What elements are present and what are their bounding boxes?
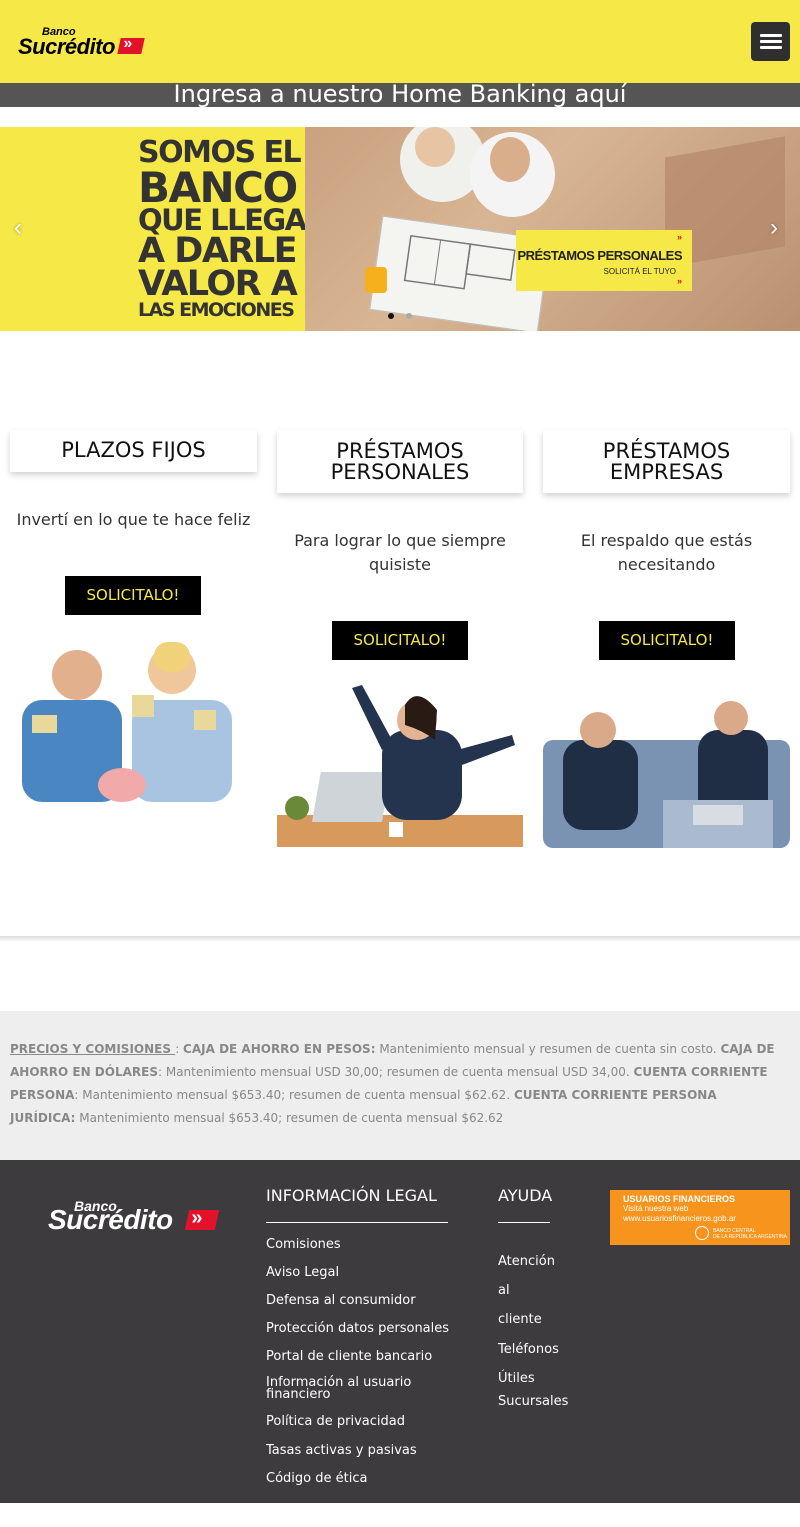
- bank-logo[interactable]: Banco Sucrédito »: [18, 26, 145, 59]
- logo-name-text: Sucrédito: [18, 34, 115, 59]
- usuarios-financieros-badge[interactable]: USUARIOS FINANCIEROS Visitá nuestra web w…: [610, 1190, 790, 1245]
- site-footer: Banco Sucrédito » INFORMACIÓN LEGAL Comi…: [0, 1160, 800, 1503]
- section-divider: [0, 936, 800, 942]
- promo-banner[interactable]: » PRÉSTAMOS PERSONALES SOLICITÁ EL TUYO …: [516, 230, 692, 291]
- slider-dot-2[interactable]: [406, 313, 412, 319]
- fees-section: PRECIOS Y COMISIONES : CAJA DE AHORRO EN…: [0, 1011, 800, 1160]
- link-aviso-legal[interactable]: Aviso Legal: [266, 1265, 339, 1280]
- link-defensa-consumidor[interactable]: Defensa al consumidor: [266, 1293, 416, 1308]
- link-comisiones[interactable]: Comisiones: [266, 1237, 341, 1252]
- legal-heading: INFORMACIÓN LEGAL: [266, 1186, 437, 1205]
- logo-chevron-icon: »: [184, 1207, 220, 1230]
- legal-divider: [266, 1222, 448, 1223]
- plazos-fijos-description: Invertí en lo que te hace feliz: [16, 510, 251, 529]
- hero-slider: SOMOS EL BANCO QUE LLEGA A DARLE VALOR A…: [0, 127, 800, 331]
- home-banking-bar: Ingresa a nuestro Home Banking aquí: [0, 80, 800, 108]
- hamburger-menu-icon[interactable]: [751, 22, 790, 61]
- happy-woman-desk-image: [277, 680, 523, 847]
- prestamos-personales-button[interactable]: SOLICITALO!: [332, 621, 468, 660]
- help-divider: [498, 1222, 550, 1223]
- fees-link[interactable]: PRECIOS Y COMISIONES: [10, 1042, 175, 1056]
- prestamos-empresas-title: PRÉSTAMOS EMPRESAS: [543, 430, 790, 493]
- fees-text: PRECIOS Y COMISIONES : CAJA DE AHORRO EN…: [10, 1042, 775, 1125]
- chevron-right-icon[interactable]: ›: [770, 216, 786, 240]
- link-info-usuario[interactable]: Información al usuario financiero: [266, 1376, 411, 1401]
- business-handshake-image: [543, 700, 790, 848]
- prestamos-empresas-button[interactable]: SOLICITALO!: [599, 621, 735, 660]
- slider-dot-1[interactable]: [388, 313, 394, 319]
- link-privacidad[interactable]: Política de privacidad: [266, 1414, 405, 1429]
- help-heading: AYUDA: [498, 1186, 553, 1205]
- prestamos-empresas-description: El respaldo que estás necesitando: [580, 531, 753, 574]
- plazos-fijos-title: PLAZOS FIJOS: [10, 430, 257, 472]
- chevron-left-icon[interactable]: ‹: [14, 216, 30, 240]
- prestamos-personales-title: PRÉSTAMOS PERSONALES: [277, 430, 523, 493]
- link-portal-cliente[interactable]: Portal de cliente bancario: [266, 1349, 432, 1364]
- link-codigo-etica[interactable]: Código de ética: [266, 1471, 367, 1486]
- bcra-seal-icon: [695, 1226, 709, 1240]
- happy-couple-image: [22, 640, 232, 802]
- link-sucursales[interactable]: Sucursales: [498, 1394, 568, 1409]
- link-atencion-cliente[interactable]: Atención al cliente: [498, 1247, 555, 1334]
- site-header: Banco Sucrédito »: [0, 0, 800, 83]
- home-banking-link[interactable]: Ingresa a nuestro Home Banking aquí: [0, 80, 800, 108]
- prestamos-personales-description: Para lograr lo que siempre quisiste: [294, 531, 506, 574]
- slide-photo: » PRÉSTAMOS PERSONALES SOLICITÁ EL TUYO …: [305, 127, 800, 331]
- juice-glass: [365, 267, 387, 293]
- slide-headline: SOMOS EL BANCO QUE LLEGA A DARLE VALOR A…: [138, 135, 307, 322]
- footer-logo[interactable]: Banco Sucrédito »: [48, 1198, 220, 1235]
- slide-yellow-panel: SOMOS EL BANCO QUE LLEGA A DARLE VALOR A…: [0, 127, 307, 331]
- link-proteccion-datos[interactable]: Protección datos personales: [266, 1321, 449, 1336]
- logo-chevron-icon: »: [117, 35, 145, 54]
- link-telefonos-utiles[interactable]: Teléfonos Útiles: [498, 1335, 559, 1393]
- link-tasas[interactable]: Tasas activas y pasivas: [266, 1443, 417, 1458]
- plazos-fijos-button[interactable]: SOLICITALO!: [65, 576, 201, 615]
